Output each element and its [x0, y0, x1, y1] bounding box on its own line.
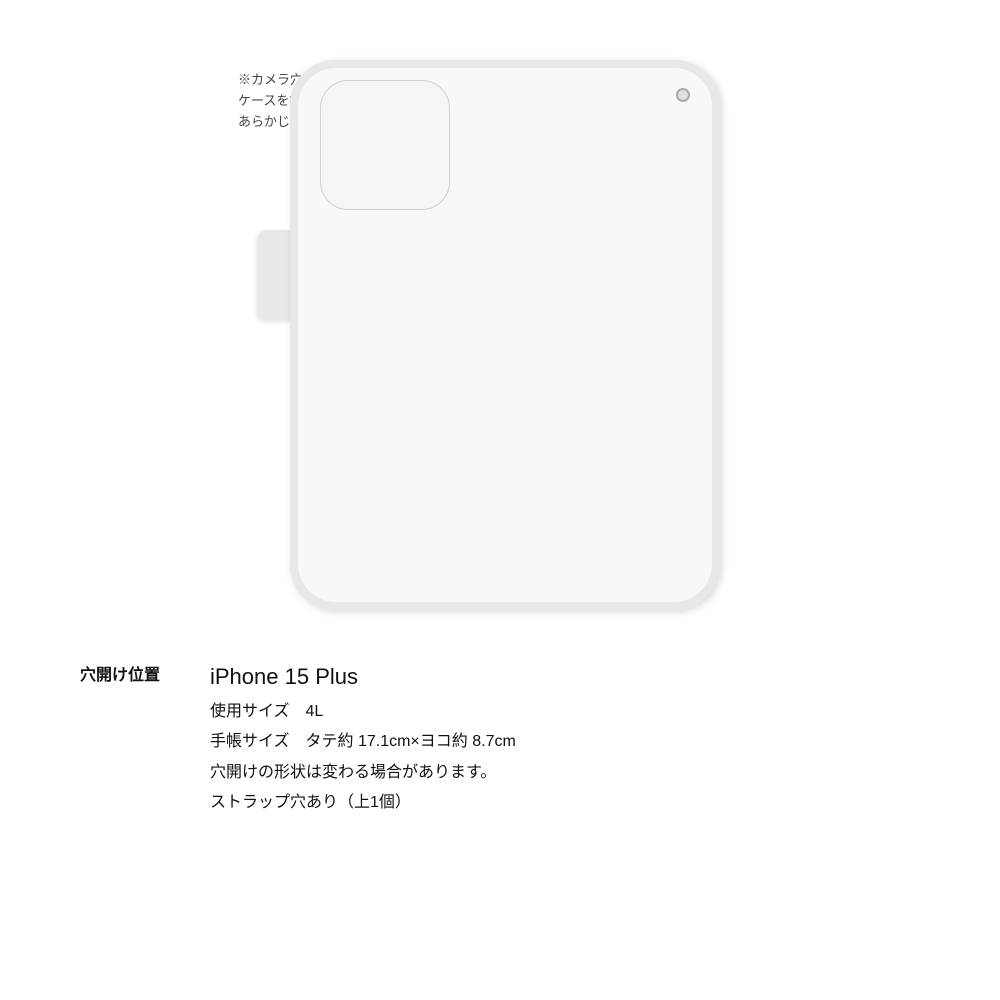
case-body — [290, 60, 720, 610]
case-wrapper: ※カメラ穴の横ならびに上部は ケースを接着しておりません。 あらかじめご了承くだ… — [210, 30, 790, 610]
device-name: iPhone 15 Plus — [210, 660, 920, 693]
strap-note: ストラップ穴あり（上1個） — [210, 788, 920, 818]
shape-note: 穴開けの形状は変わる場合があります。 — [210, 758, 920, 788]
page-container: ※カメラ穴の横ならびに上部は ケースを接着しておりません。 あらかじめご了承くだ… — [0, 0, 1000, 1000]
strap-hole — [676, 88, 690, 102]
info-data-col: iPhone 15 Plus 使用サイズ 4L 手帳サイズ タテ約 17.1cm… — [210, 660, 920, 819]
dimensions-label: 手帳サイズ タテ約 17.1cm×ヨコ約 8.7cm — [210, 727, 920, 757]
camera-cutout — [320, 80, 450, 210]
hole-position-label: 穴開け位置 — [80, 660, 210, 691]
size-label: 使用サイズ 4L — [210, 697, 920, 727]
info-section: 穴開け位置 iPhone 15 Plus 使用サイズ 4L 手帳サイズ タテ約 … — [0, 640, 1000, 1000]
case-illustration: ※カメラ穴の横ならびに上部は ケースを接着しておりません。 あらかじめご了承くだ… — [0, 0, 1000, 640]
